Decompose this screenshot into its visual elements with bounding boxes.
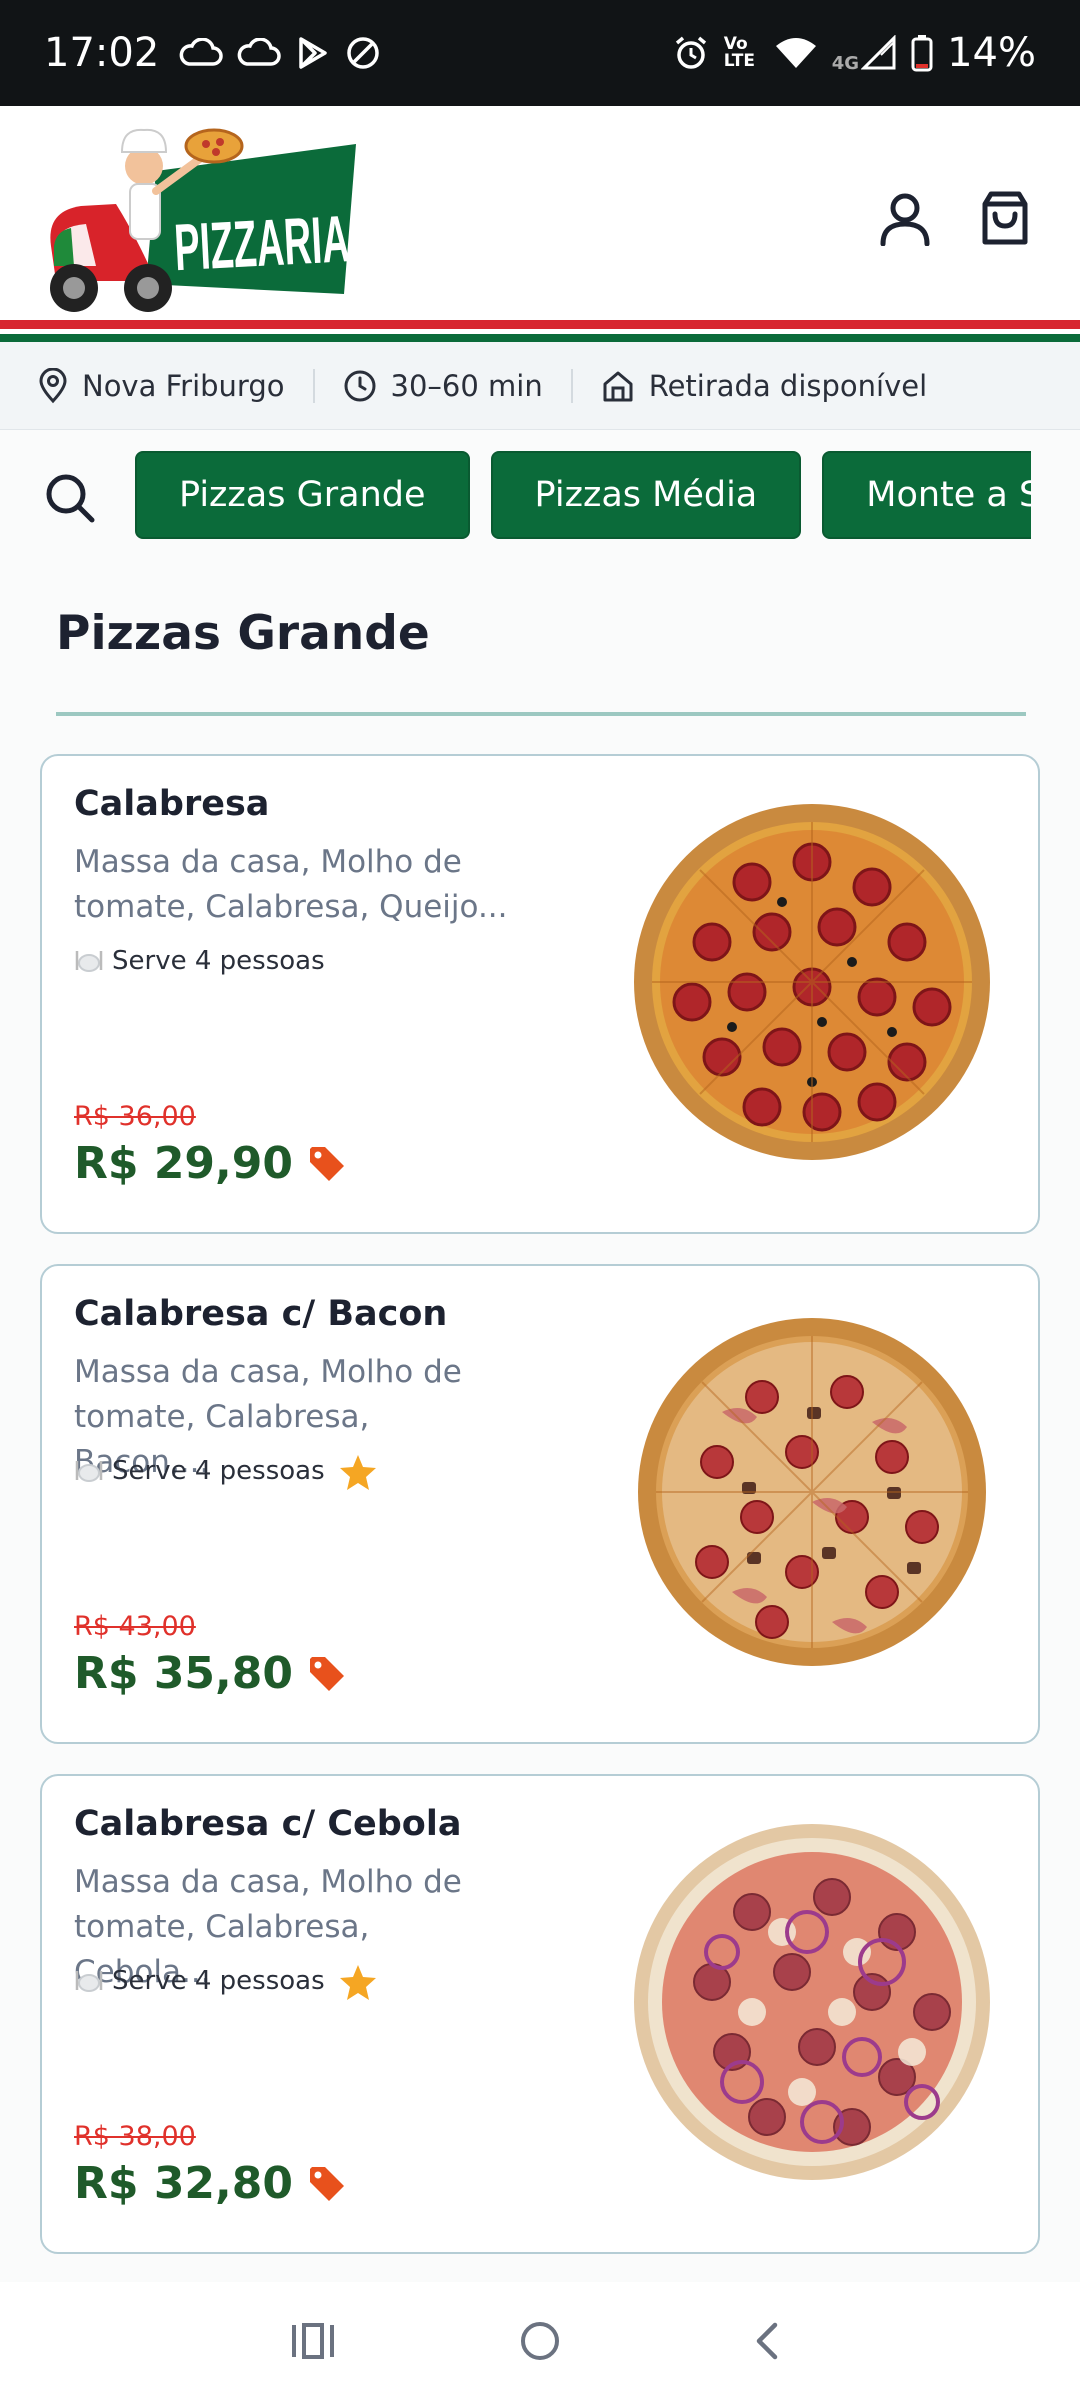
plate-icon [74, 1968, 104, 1994]
product-card-calabresa-bacon[interactable]: Calabresa c/ Bacon Massa da casa, Molho … [40, 1264, 1040, 1744]
alarm-icon [672, 34, 710, 72]
original-price: R$ 43,00 [74, 1611, 196, 1642]
delivery-time-info: 30–60 min [343, 369, 543, 403]
plate-icon [74, 948, 104, 974]
tab-monte-a-sua[interactable]: Monte a Sua [822, 451, 1031, 539]
section-divider [56, 712, 1026, 716]
discount-tag-icon [307, 2164, 347, 2204]
serves-label: Serve 4 pessoas [112, 946, 325, 976]
home-icon[interactable] [510, 2311, 570, 2371]
discount-tag-icon [307, 1654, 347, 1694]
delivery-time-label: 30–60 min [390, 368, 543, 403]
sale-price-row: R$ 32,80 [74, 2158, 347, 2209]
serves-info: Serve 4 pessoas [74, 1456, 325, 1486]
signal-icon: 4G [831, 35, 897, 74]
category-bar: Pizzas Grande Pizzas Média Monte a Sua [0, 430, 1080, 560]
section-title: Pizzas Grande [56, 606, 430, 661]
recent-apps-icon[interactable] [283, 2311, 343, 2371]
pizzaria-logo[interactable]: PIZZARIA [26, 116, 366, 316]
back-icon[interactable] [737, 2311, 797, 2371]
plate-icon [74, 1458, 104, 1484]
product-description: Massa da casa, Molho de tomate, Calabres… [74, 844, 508, 925]
cloud-icon [237, 38, 281, 68]
serves-label: Serve 4 pessoas [112, 1456, 325, 1486]
cart-bag-icon[interactable] [972, 186, 1038, 252]
clock-icon [344, 370, 375, 401]
app-header: PIZZARIA [0, 106, 1080, 342]
sale-price: R$ 29,90 [74, 1138, 293, 1189]
status-bar: 17:02 Vo LTE 4G 14% [0, 0, 1080, 106]
info-divider [570, 368, 573, 403]
location-label: Nova Friburgo [82, 368, 285, 403]
serves-info: Serve 4 pessoas [74, 1966, 325, 1996]
wifi-icon [774, 36, 818, 70]
featured-star-icon [338, 1452, 378, 1492]
pizza-image [622, 1302, 1002, 1682]
do-not-disturb-icon [345, 35, 381, 71]
serves-label: Serve 4 pessoas [112, 1966, 325, 1996]
discount-tag-icon [307, 1144, 347, 1184]
product-card-calabresa-cebola[interactable]: Calabresa c/ Cebola Massa da casa, Molho… [40, 1774, 1040, 2254]
play-store-icon [295, 35, 331, 71]
pickup-info: Retirada disponível [601, 369, 927, 403]
product-name: Calabresa [74, 784, 270, 824]
product-card-calabresa[interactable]: Calabresa Massa da casa, Molho de tomate… [40, 754, 1040, 1234]
sale-price: R$ 35,80 [74, 1648, 293, 1699]
battery-icon [911, 34, 933, 72]
category-tabs[interactable]: Pizzas Grande Pizzas Média Monte a Sua [135, 451, 1031, 539]
cloud-icon [179, 38, 223, 68]
location-pin-icon [39, 367, 67, 403]
pickup-label: Retirada disponível [648, 368, 928, 403]
original-price: R$ 36,00 [74, 1101, 196, 1132]
store-info-bar: Nova Friburgo 30–60 min Retirada disponí… [0, 342, 1080, 430]
tab-pizzas-media[interactable]: Pizzas Média [490, 451, 802, 539]
store-home-icon [603, 371, 633, 401]
status-time: 17:02 [44, 30, 160, 76]
system-nav-bar [0, 2282, 1080, 2400]
product-name: Calabresa c/ Cebola [74, 1804, 462, 1844]
info-divider [312, 368, 315, 403]
featured-star-icon [338, 1962, 378, 2002]
product-name: Calabresa c/ Bacon [74, 1294, 448, 1334]
header-stripe-red [0, 320, 1080, 329]
sale-price-row: R$ 35,80 [74, 1648, 347, 1699]
pizza-image [622, 792, 1002, 1172]
account-icon[interactable] [872, 186, 938, 252]
sale-price-row: R$ 29,90 [74, 1138, 347, 1189]
search-icon[interactable] [40, 468, 100, 528]
sale-price: R$ 32,80 [74, 2158, 293, 2209]
header-stripe-green [0, 334, 1080, 342]
battery-percent: 14% [947, 30, 1036, 76]
tab-pizzas-grande[interactable]: Pizzas Grande [135, 451, 470, 539]
original-price: R$ 38,00 [74, 2121, 196, 2152]
location-info: Nova Friburgo [38, 367, 285, 404]
svg-text:PIZZARIA: PIZZARIA [173, 201, 352, 284]
volte-label: Vo LTE [723, 34, 756, 71]
pizza-image [622, 1812, 1002, 2192]
network-type: 4G [831, 52, 860, 74]
serves-info: Serve 4 pessoas [74, 946, 325, 976]
